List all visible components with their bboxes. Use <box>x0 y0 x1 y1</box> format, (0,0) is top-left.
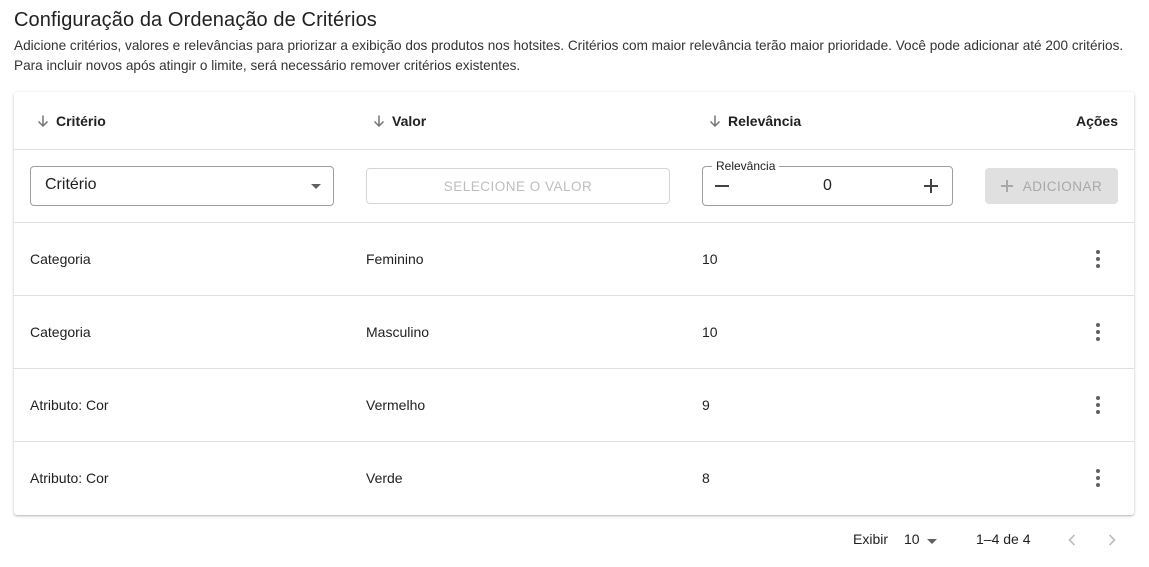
cell-valor: Masculino <box>366 324 430 340</box>
column-header-acoes: Ações <box>1076 92 1118 150</box>
cell-relevancia: 10 <box>702 251 718 267</box>
cell-criterio: Atributo: Cor <box>30 397 109 413</box>
add-button-label: ADICIONAR <box>1022 178 1103 194</box>
criteria-table-card: Critério Valor Relevância Ações Critério… <box>14 92 1134 515</box>
cell-relevancia: 10 <box>702 324 718 340</box>
cell-valor: Feminino <box>366 251 424 267</box>
cell-valor: Verde <box>366 470 403 486</box>
pagination-range: 1–4 de 4 <box>976 531 1031 547</box>
dropdown-arrow-icon[interactable] <box>927 539 937 544</box>
cell-relevancia: 9 <box>702 397 710 413</box>
chevron-right-icon[interactable] <box>1104 532 1120 548</box>
more-vert-icon[interactable] <box>1086 393 1110 417</box>
cell-criterio: Atributo: Cor <box>30 470 109 486</box>
arrow-down-icon <box>372 114 386 128</box>
more-vert-icon[interactable] <box>1086 466 1110 490</box>
table-row: Atributo: Cor Vermelho 9 <box>14 369 1134 442</box>
chevron-left-icon[interactable] <box>1064 532 1080 548</box>
cell-relevancia: 8 <box>702 470 710 486</box>
column-header-label: Valor <box>392 113 427 129</box>
relevancia-label: Relevância <box>712 159 780 173</box>
cell-criterio: Categoria <box>30 324 91 340</box>
relevancia-stepper[interactable]: Relevância 0 <box>702 159 953 206</box>
cell-criterio: Categoria <box>30 251 91 267</box>
page-size-select[interactable]: 10 <box>904 531 920 547</box>
pagination: Exibir 10 1–4 de 4 <box>0 520 1149 560</box>
more-vert-icon[interactable] <box>1086 320 1110 344</box>
page-description: Adicione critérios, valores e relevância… <box>14 38 1124 73</box>
cell-valor: Vermelho <box>366 397 426 413</box>
arrow-down-icon <box>36 114 50 128</box>
table-header: Critério Valor Relevância Ações <box>14 92 1134 150</box>
more-vert-icon[interactable] <box>1086 247 1110 271</box>
criterio-select-value: Critério <box>45 176 97 193</box>
column-header-relevancia[interactable]: Relevância <box>708 92 801 150</box>
page-title: Configuração da Ordenação de Critérios <box>14 9 377 31</box>
table-row: Categoria Feminino 10 <box>14 223 1134 296</box>
select-value-button[interactable]: SELECIONE O VALOR <box>366 168 670 204</box>
relevancia-value[interactable]: 0 <box>703 177 952 195</box>
plus-icon <box>1000 180 1013 192</box>
arrow-down-icon <box>708 114 722 128</box>
column-header-valor[interactable]: Valor <box>372 92 426 150</box>
table-row: Categoria Masculino 10 <box>14 296 1134 369</box>
add-button[interactable]: ADICIONAR <box>985 168 1118 204</box>
page-size-label: Exibir <box>853 531 889 547</box>
dropdown-arrow-icon <box>311 184 321 189</box>
column-header-label: Ações <box>1075 113 1118 129</box>
column-header-label: Relevância <box>728 113 802 129</box>
column-header-label: Critério <box>56 113 106 129</box>
table-row: Atributo: Cor Verde 8 <box>14 442 1134 515</box>
criterio-select[interactable]: Critério <box>30 166 334 206</box>
column-header-criterio[interactable]: Critério <box>36 92 106 150</box>
add-criterion-form: Critério SELECIONE O VALOR Relevância 0 … <box>14 150 1134 223</box>
